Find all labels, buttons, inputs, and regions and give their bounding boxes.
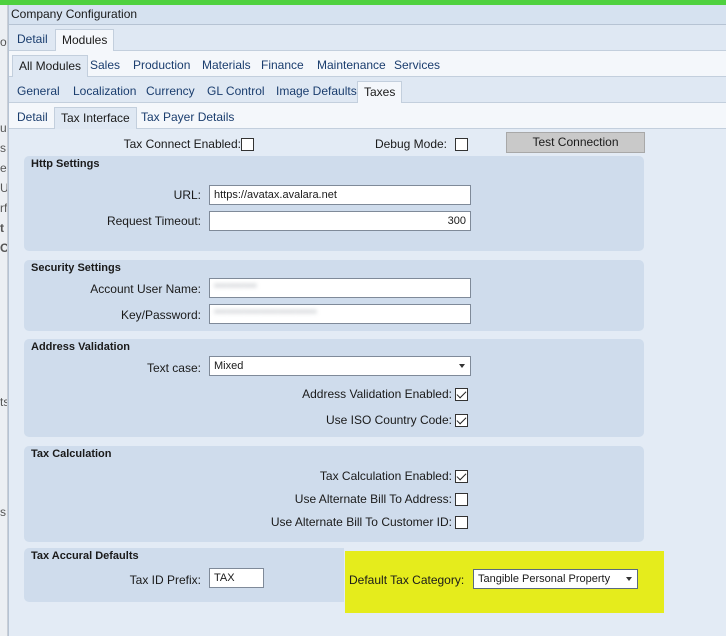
window-title: Company Configuration: [9, 5, 726, 25]
strip-text: C: [0, 241, 8, 255]
tab-general[interactable]: General: [11, 81, 66, 103]
key-password-input[interactable]: ************************: [209, 304, 471, 324]
alternate-bill-to-customer-id-label: Use Alternate Bill To Customer ID:: [270, 515, 452, 529]
tax-calculation-panel: Tax Calculation Tax Calculation Enabled:…: [24, 446, 644, 542]
strip-text: on: [0, 35, 7, 49]
request-timeout-label: Request Timeout:: [106, 214, 201, 228]
tabs-level1: Detail Modules: [9, 25, 726, 51]
tax-interface-content: Tax Connect Enabled: Debug Mode: Test Co…: [9, 129, 726, 636]
url-input[interactable]: https://avatax.avalara.net: [209, 185, 471, 205]
text-case-select[interactable]: Mixed: [209, 356, 471, 376]
tax-accural-defaults-title: Tax Accural Defaults: [31, 550, 139, 562]
chevron-down-icon: [626, 577, 632, 581]
tab-all-modules[interactable]: All Modules: [12, 55, 89, 77]
tab-materials[interactable]: Materials: [196, 55, 257, 77]
key-password-label: Key/Password:: [120, 308, 201, 322]
tab-maintenance[interactable]: Maintenance: [311, 55, 392, 77]
tax-calculation-title: Tax Calculation: [31, 448, 112, 460]
tab-taxes[interactable]: Taxes: [357, 81, 403, 103]
tabs-level2: All Modules Sales Production Materials F…: [9, 51, 726, 77]
default-tax-category-label: Default Tax Category:: [349, 573, 465, 587]
tab-currency[interactable]: Currency: [140, 81, 201, 103]
strip-text: s: [0, 505, 6, 519]
default-tax-category-select[interactable]: Tangible Personal Property: [473, 569, 638, 589]
strip-text: ts: [0, 395, 7, 409]
strip-text: ur: [0, 121, 7, 135]
default-tax-category-value: Tangible Personal Property: [478, 573, 611, 585]
alternate-bill-to-customer-id-checkbox[interactable]: [455, 516, 468, 529]
tab-detail[interactable]: Detail: [11, 29, 54, 51]
tab-services[interactable]: Services: [388, 55, 446, 77]
tab-tax-payer-details[interactable]: Tax Payer Details: [135, 107, 240, 129]
tab-image-defaults[interactable]: Image Defaults: [270, 81, 363, 103]
tab-gl-control[interactable]: GL Control: [201, 81, 271, 103]
account-user-name-label: Account User Name:: [90, 282, 201, 296]
tabs-level4: Detail Tax Interface Tax Payer Details: [9, 103, 726, 129]
alternate-bill-to-address-checkbox[interactable]: [455, 493, 468, 506]
tab-production[interactable]: Production: [127, 55, 196, 77]
test-connection-button[interactable]: Test Connection: [506, 132, 645, 153]
text-case-value: Mixed: [214, 360, 244, 372]
masked-password: ************************: [214, 308, 317, 320]
account-user-name-input[interactable]: **********: [209, 278, 471, 298]
tab-finance[interactable]: Finance: [255, 55, 310, 77]
debug-mode-checkbox[interactable]: [455, 138, 468, 151]
tab-modules[interactable]: Modules: [55, 29, 115, 51]
address-validation-title: Address Validation: [31, 341, 131, 353]
tax-id-prefix-input[interactable]: TAX: [209, 568, 264, 588]
address-validation-enabled-label: Address Validation Enabled:: [302, 387, 452, 401]
debug-mode-label: Debug Mode:: [374, 137, 447, 151]
use-iso-country-code-label: Use ISO Country Code:: [325, 413, 452, 427]
url-label: URL:: [173, 188, 201, 202]
text-case-label: Text case:: [146, 361, 201, 375]
background-window-strip: on ur s er U rf t C ts s: [0, 5, 8, 636]
tax-id-prefix-label: Tax ID Prefix:: [129, 573, 201, 587]
alternate-bill-to-address-label: Use Alternate Bill To Address:: [294, 492, 452, 506]
tax-connect-checkbox[interactable]: [241, 138, 254, 151]
tab-localization[interactable]: Localization: [67, 81, 142, 103]
strip-text: U: [0, 181, 8, 195]
tabs-level3: General Localization Currency GL Control…: [9, 77, 726, 103]
tab-sales[interactable]: Sales: [84, 55, 126, 77]
company-configuration-window: Company Configuration Detail Modules All…: [8, 5, 726, 636]
security-settings-title: Security Settings: [31, 262, 121, 274]
address-validation-panel: Address Validation Text case: Mixed Addr…: [24, 339, 644, 437]
http-settings-title: Http Settings: [31, 158, 100, 170]
http-settings-panel: Http Settings URL: https://avatax.avalar…: [24, 156, 644, 251]
security-settings-panel: Security Settings Account User Name: ***…: [24, 260, 644, 331]
strip-text: s: [0, 141, 6, 155]
tab-tax-detail[interactable]: Detail: [11, 107, 54, 129]
tax-calculation-enabled-checkbox[interactable]: [455, 470, 468, 483]
tab-tax-interface[interactable]: Tax Interface: [54, 107, 137, 129]
masked-user-name: **********: [214, 282, 257, 294]
strip-text: er: [0, 161, 7, 175]
address-validation-enabled-checkbox[interactable]: [455, 388, 468, 401]
strip-text: t: [0, 221, 4, 235]
request-timeout-input[interactable]: 300: [209, 211, 471, 231]
chevron-down-icon: [459, 364, 465, 368]
strip-text: rf: [0, 201, 8, 215]
use-iso-country-code-checkbox[interactable]: [455, 414, 468, 427]
tax-calculation-enabled-label: Tax Calculation Enabled:: [319, 469, 452, 483]
tax-connect-label: Tax Connect Enabled:: [123, 137, 241, 151]
